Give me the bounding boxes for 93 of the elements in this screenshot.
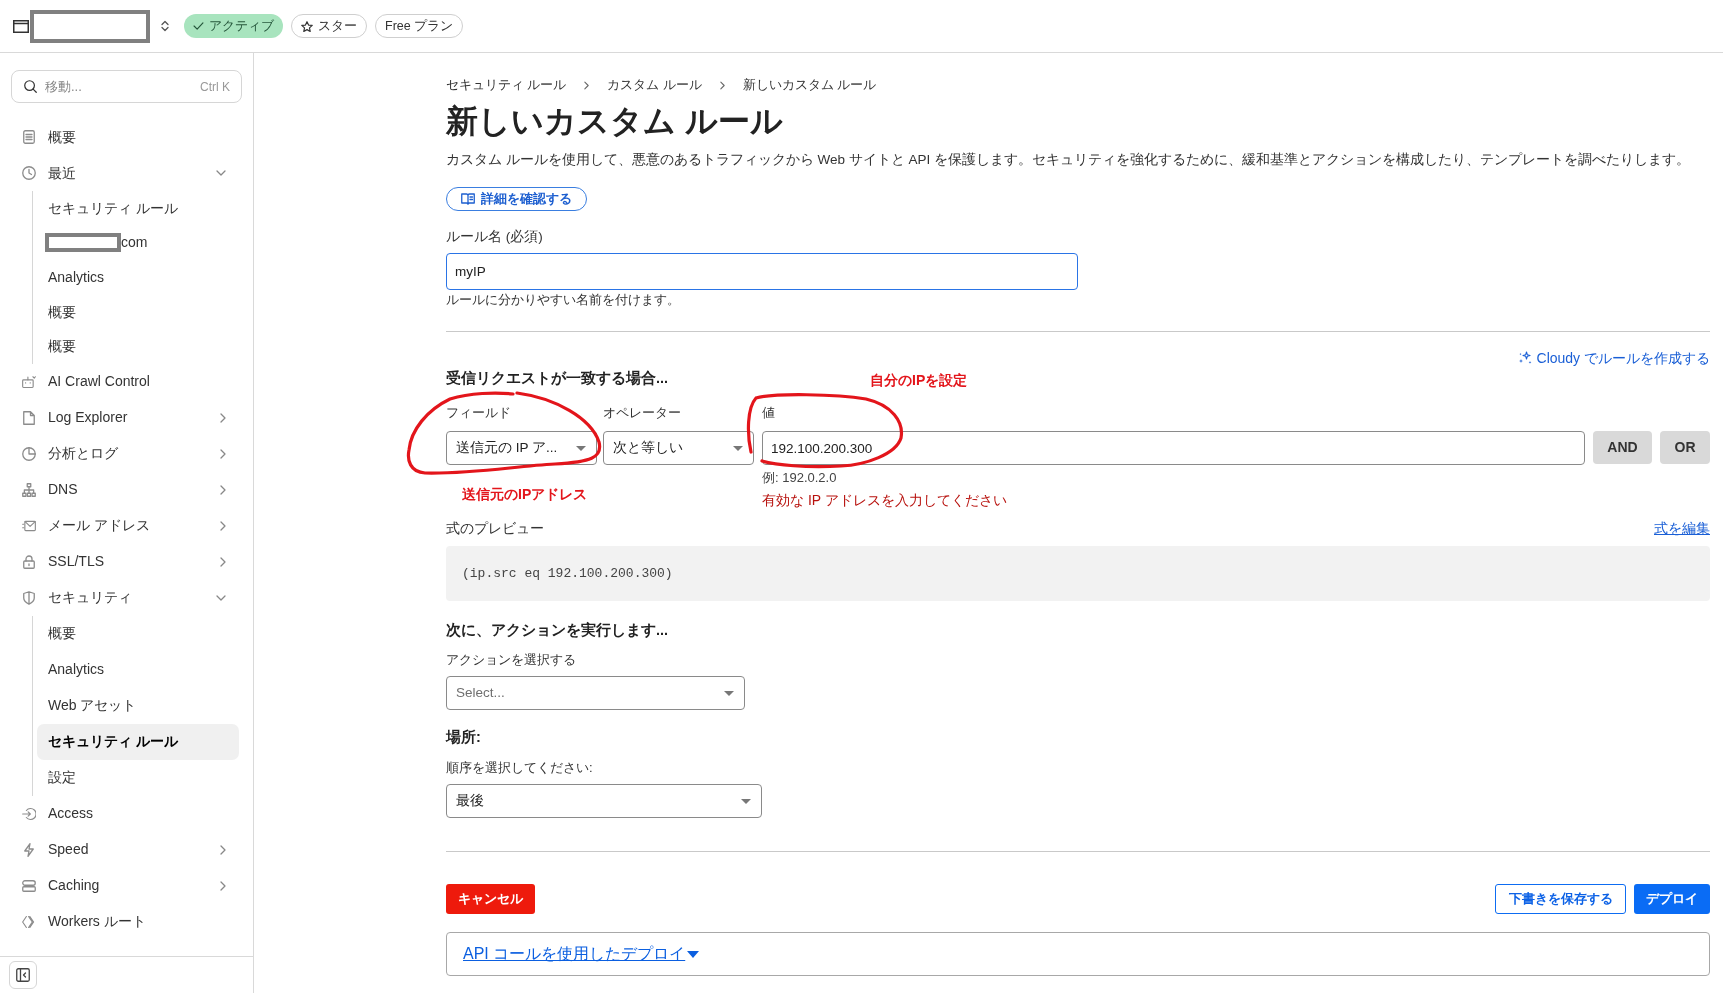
sidebar-item[interactable]: 最近: [11, 155, 242, 191]
operator-dropdown[interactable]: 次と等しい: [603, 431, 754, 465]
field-label: ルール名 (必須): [446, 228, 543, 246]
chevron-up-down-icon: [161, 20, 169, 32]
sidebar-item[interactable]: 概要: [37, 294, 239, 330]
sidebar-item[interactable]: Log Explorer: [11, 399, 242, 436]
shortcut-hint: Ctrl K: [200, 78, 230, 96]
sidebar-item[interactable]: メール アドレス: [11, 507, 242, 544]
sidebar-item[interactable]: 設定: [37, 759, 239, 796]
search-field[interactable]: 移動... Ctrl K: [11, 70, 242, 103]
sidebar-item[interactable]: DNS: [11, 471, 242, 508]
search-icon: [24, 80, 37, 93]
section-heading: 受信リクエストが一致する場合...: [446, 369, 669, 388]
hint-text: 例: 192.0.2.0: [762, 469, 837, 487]
page-description: カスタム ルールを使用して、悪意のあるトラフィックから Web サイトと API を保護します。セキュリティを強化するために、緩和基準とアクションを構成したり、テンプレートを調べたりします。: [446, 151, 1691, 169]
section-heading: 次に、アクションを実行します...: [446, 621, 669, 640]
sidebar-item[interactable]: SSL/TLS: [11, 543, 242, 580]
sidebar-item[interactable]: Access: [11, 795, 242, 832]
edit-expression-link[interactable]: 式を編集: [1654, 518, 1710, 540]
annotation-text: 送信元のIPアドレス: [462, 485, 588, 504]
logic-button[interactable]: AND: [1593, 431, 1652, 464]
caret-icon: [741, 798, 751, 804]
logic-button[interactable]: OR: [1660, 431, 1710, 464]
breadcrumb-current: 新しいカスタム ルール: [742, 76, 877, 94]
expression-preview: (ip.src eq 192.100.200.300): [446, 546, 1710, 601]
field-label: 順序を選択してください:: [446, 759, 593, 777]
rule-name-input[interactable]: myIP: [446, 253, 1078, 290]
bolt-icon: [24, 842, 34, 857]
window-icon: [13, 19, 29, 33]
sidebar-item[interactable]: Speed: [11, 831, 242, 868]
code-icon: [22, 914, 36, 929]
help-text: ルールに分かりやすい名前を付けます。: [446, 291, 680, 309]
learn-more-button[interactable]: 詳細を確認する: [446, 187, 587, 211]
caret-icon: [576, 445, 586, 451]
shield-icon: [23, 590, 35, 605]
sidebar-item[interactable]: Caching: [11, 867, 242, 904]
sidebar-item[interactable]: 分析とログ: [11, 435, 242, 472]
clock-icon: [22, 166, 36, 180]
api-deploy-link[interactable]: API コールを使用したデプロイ: [463, 942, 700, 966]
field-label: 値: [762, 404, 775, 422]
panel-icon: [16, 968, 30, 982]
chevron-right-icon: [719, 80, 725, 90]
field-dropdown[interactable]: 送信元の IP ア...: [446, 431, 597, 465]
chevron-right-icon: [584, 80, 590, 90]
pie-chart-icon: [22, 446, 36, 461]
error-message: 有効な IP アドレスを入力してください: [762, 491, 1007, 510]
sidebar-item[interactable]: 概要: [37, 615, 239, 652]
field-label: アクションを選択する: [446, 651, 576, 669]
sidebar-item[interactable]: 概要: [11, 119, 242, 155]
book-icon: [461, 193, 475, 205]
caret-icon: [733, 445, 743, 451]
sidebar-item[interactable]: セキュリティ ルール: [37, 723, 239, 760]
robot-icon: [22, 374, 36, 389]
sidebar-item[interactable]: セキュリティ: [11, 579, 242, 616]
order-dropdown[interactable]: 最後: [446, 784, 762, 818]
save-draft-button[interactable]: 下書きを保存する: [1495, 884, 1626, 914]
sidebar-item[interactable]: Workers ルート: [11, 903, 242, 940]
stack-icon: [22, 879, 36, 892]
field-label: フィールド: [446, 404, 511, 422]
sidebar-item[interactable]: com: [37, 225, 239, 261]
network-icon: [22, 482, 36, 497]
check-icon: [193, 22, 204, 30]
field-label: 式のプレビュー: [446, 520, 544, 538]
envelope-icon: [22, 519, 36, 532]
plan-badge: Free プラン: [375, 14, 464, 38]
section-heading: 場所:: [446, 728, 481, 747]
sidebar-item[interactable]: AI Crawl Control: [11, 363, 242, 400]
caret-icon: [724, 690, 734, 696]
star-button[interactable]: スター: [291, 14, 367, 38]
deploy-button[interactable]: デプロイ: [1634, 884, 1710, 914]
document-icon: [23, 130, 35, 144]
sidebar-item[interactable]: Analytics: [37, 260, 239, 295]
annotation-text: 自分のIPを設定: [870, 371, 968, 390]
breadcrumb-link[interactable]: カスタム ルール: [607, 75, 702, 95]
sidebar-item[interactable]: Web アセット: [37, 687, 239, 724]
lock-icon: [23, 554, 35, 569]
page-title: 新しいカスタム ルール: [446, 102, 783, 141]
star-icon: [301, 20, 313, 32]
action-dropdown[interactable]: Select...: [446, 676, 745, 710]
cancel-button[interactable]: キャンセル: [446, 884, 535, 914]
sign-in-icon: [22, 806, 36, 821]
field-label: オペレーター: [603, 404, 681, 422]
caret-icon: [687, 950, 700, 958]
value-input[interactable]: 192.100.200.300: [762, 431, 1585, 465]
sidebar-toggle-button[interactable]: [9, 961, 37, 989]
status-label: アクティブ: [209, 19, 274, 33]
cloudy-link[interactable]: Cloudy でルールを作成する: [1517, 349, 1710, 367]
sidebar-item[interactable]: セキュリティ ルール: [37, 191, 239, 226]
sidebar-item[interactable]: 概要: [37, 329, 239, 364]
file-icon: [23, 410, 35, 425]
breadcrumb-link[interactable]: セキュリティ ルール: [446, 75, 567, 95]
sidebar-item[interactable]: Analytics: [37, 651, 239, 688]
sparkle-icon: [1517, 351, 1532, 365]
